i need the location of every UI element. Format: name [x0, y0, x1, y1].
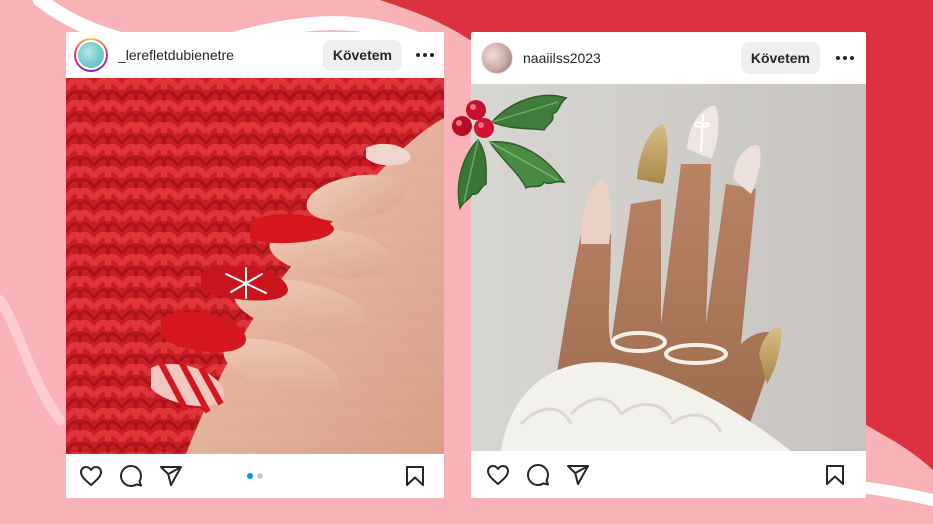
comment-icon[interactable]: [118, 463, 144, 489]
holly-icon: [440, 82, 570, 212]
post-header: naaiilss2023 Követem: [471, 32, 866, 84]
avatar-image: [78, 42, 104, 68]
red-nails-image: [66, 78, 444, 454]
carousel-dot-active: [247, 473, 253, 479]
more-horizontal-icon[interactable]: [834, 47, 856, 69]
comment-icon[interactable]: [525, 462, 551, 488]
follow-button[interactable]: Követem: [322, 39, 402, 71]
follow-button[interactable]: Követem: [740, 42, 820, 74]
avatar[interactable]: [481, 42, 513, 74]
heart-icon[interactable]: [78, 463, 104, 489]
post-image[interactable]: [66, 78, 444, 454]
share-icon[interactable]: [158, 463, 184, 489]
action-bar: [471, 451, 866, 498]
avatar[interactable]: [74, 38, 108, 72]
bookmark-icon[interactable]: [822, 462, 848, 488]
carousel-dots: [247, 473, 263, 479]
more-horizontal-icon[interactable]: [414, 44, 436, 66]
share-icon[interactable]: [565, 462, 591, 488]
heart-icon[interactable]: [485, 462, 511, 488]
instagram-post-1: _lerefletdubienetre Követem: [66, 32, 444, 498]
post-header: _lerefletdubienetre Követem: [66, 32, 444, 78]
action-bar: [66, 454, 444, 498]
bookmark-icon[interactable]: [402, 463, 428, 489]
carousel-dot: [257, 473, 263, 479]
username[interactable]: naaiilss2023: [523, 50, 741, 66]
username[interactable]: _lerefletdubienetre: [118, 47, 323, 63]
